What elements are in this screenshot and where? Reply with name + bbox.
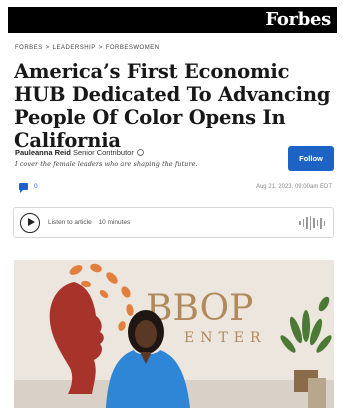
article-hero-image: BBOP ENTER [14,260,334,408]
author-name[interactable]: Pauleanna Reid [15,148,71,157]
breadcrumb-forbes[interactable]: FORBES [15,45,43,51]
breadcrumb-leadership[interactable]: LEADERSHIP [53,45,96,51]
byline: Pauleanna Reid Senior Contributor [15,148,144,157]
listen-label: Listen to article [48,219,92,226]
comment-count: 0 [34,183,38,190]
forbes-header-bar: Forbes [8,7,337,33]
forbes-logo[interactable]: Forbes [265,9,331,30]
article-headline: America’s First Economic HUB Dedicated T… [14,60,331,152]
audio-duration: 10 minutes [98,219,131,226]
verified-icon [136,149,144,156]
hero-image-illustration: BBOP ENTER [14,260,334,408]
audio-player: Listen to article 10 minutes [13,207,334,238]
play-icon[interactable] [20,212,40,233]
author-tagline: I cover the female leaders who are shapi… [15,160,198,168]
sign-subtext: ENTER [184,330,267,346]
audio-label: Listen to article 10 minutes [48,219,130,226]
author-role: Senior Contributor [72,148,134,157]
comments-link[interactable]: 0 [19,183,38,193]
breadcrumb-separator: > [98,45,103,51]
audio-wave-icon [299,216,325,230]
breadcrumb-separator: > [45,45,50,51]
publish-timestamp: Aug 21, 2023, 09:00am EDT [255,184,332,190]
breadcrumb: FORBES > LEADERSHIP > FORBESWOMEN [15,45,160,51]
breadcrumb-forbeswomen[interactable]: FORBESWOMEN [106,45,160,51]
follow-button[interactable]: Follow [288,146,334,171]
comment-icon [19,183,28,193]
